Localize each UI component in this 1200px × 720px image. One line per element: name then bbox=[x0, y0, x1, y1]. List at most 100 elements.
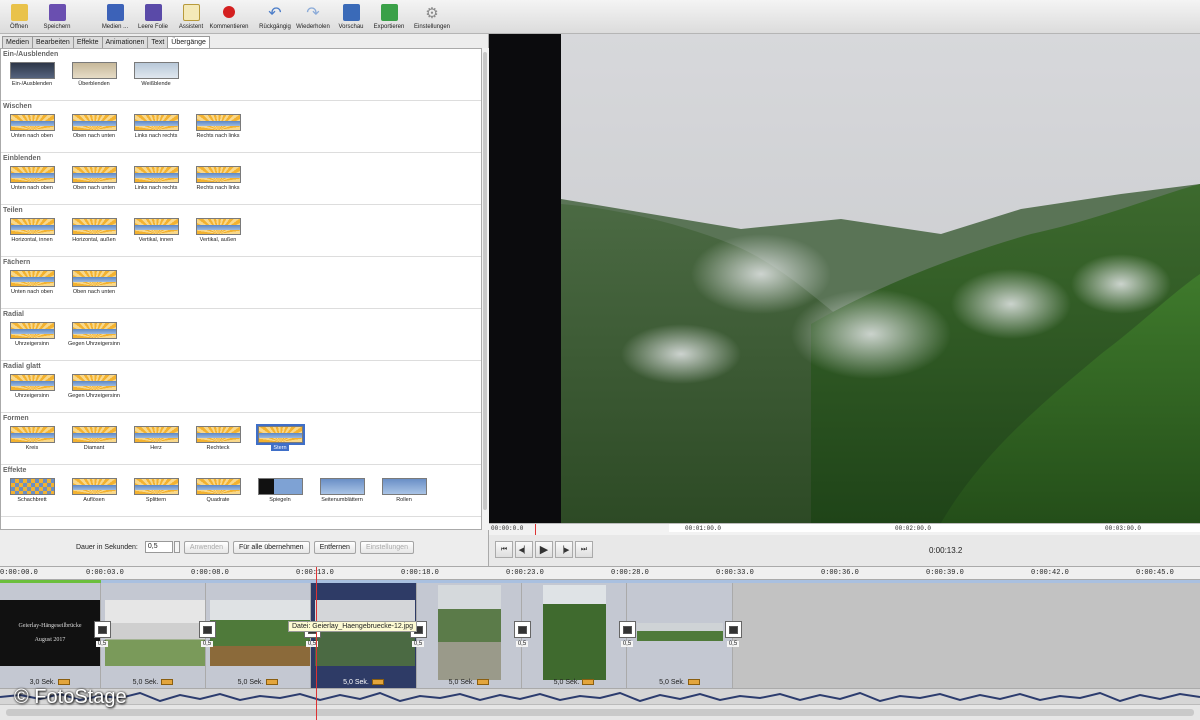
timeline-playhead[interactable] bbox=[316, 567, 317, 720]
preview-playhead[interactable] bbox=[535, 524, 536, 535]
slide-clip[interactable]: 5,0 Sek. bbox=[417, 583, 522, 688]
transition-item[interactable]: Diamant bbox=[63, 426, 125, 451]
slide-clip[interactable]: 5,0 Sek. bbox=[522, 583, 627, 688]
remove-button[interactable]: Entfernen bbox=[313, 540, 356, 554]
slide-clip[interactable]: 5,0 Sek. bbox=[627, 583, 733, 688]
transition-item[interactable]: Gegen Uhrzeigersinn bbox=[63, 374, 125, 399]
apply-button[interactable]: Anwenden bbox=[183, 540, 229, 554]
tab-media[interactable]: Medien bbox=[2, 36, 33, 48]
slide-clip[interactable]: 5,0 Sek. bbox=[101, 583, 206, 688]
transition-label: Ein-/Ausblenden bbox=[11, 81, 53, 87]
transition-marker[interactable]: 0,5 bbox=[198, 621, 216, 651]
transition-item[interactable]: Herz bbox=[125, 426, 187, 451]
transition-label: Diamant bbox=[83, 445, 105, 451]
transition-item[interactable]: Rechts nach links bbox=[187, 114, 249, 139]
transition-marker[interactable]: 0,5 bbox=[513, 621, 531, 651]
slide-clip[interactable]: 5,0 Sek. bbox=[206, 583, 311, 688]
open-button[interactable]: Öffnen bbox=[0, 0, 38, 34]
transition-item[interactable]: Unten nach oben bbox=[1, 270, 63, 295]
transition-item[interactable]: Horizontal, innen bbox=[1, 218, 63, 243]
settings-label: Einstellungen bbox=[413, 24, 451, 30]
transition-item[interactable]: Rechts nach links bbox=[187, 166, 249, 191]
transition-item[interactable]: Überblenden bbox=[63, 62, 125, 87]
blank-slide-button[interactable]: Leere Folie bbox=[134, 0, 172, 34]
media-button[interactable]: Medien ... bbox=[96, 0, 134, 34]
transition-item[interactable]: Splittern bbox=[125, 478, 187, 503]
timeline-ruler[interactable]: 0:00:00.0 0:00:03.0 0:00:08.0 0:00:13.0 … bbox=[0, 566, 1200, 720]
transition-item[interactable]: Spiegeln bbox=[249, 478, 311, 503]
transition-item[interactable]: Oben nach unten bbox=[63, 114, 125, 139]
transition-item[interactable]: Unten nach oben bbox=[1, 114, 63, 139]
transition-item[interactable]: Ein-/Ausblenden bbox=[1, 62, 63, 87]
slide-clip-selected[interactable]: 5,0 Sek. bbox=[311, 583, 417, 688]
transition-item[interactable]: Uhrzeigersinn bbox=[1, 374, 63, 399]
export-button[interactable]: Exportieren bbox=[370, 0, 408, 34]
skip-end-button[interactable]: ⏭ bbox=[575, 541, 593, 558]
undo-button[interactable]: ↶ Rückgängig bbox=[256, 0, 294, 34]
apply-all-button[interactable]: Für alle übernehmen bbox=[232, 540, 310, 554]
step-back-button[interactable]: ◀▏ bbox=[515, 541, 533, 558]
transition-label: Auflösen bbox=[83, 497, 105, 503]
transition-item[interactable]: Seitenumblättern bbox=[311, 478, 373, 503]
transition-label: Horizontal, außen bbox=[72, 237, 116, 243]
transition-item[interactable]: Kreis bbox=[1, 426, 63, 451]
transition-settings-button[interactable]: Einstellungen bbox=[359, 540, 414, 554]
transition-item[interactable]: Schachbrett bbox=[1, 478, 63, 503]
section-title: Effekte bbox=[3, 467, 27, 474]
transition-item-selected[interactable]: Stern bbox=[249, 424, 311, 451]
transition-item[interactable]: Oben nach unten bbox=[63, 166, 125, 191]
preview-time-ruler[interactable]: 00:00:0.0 00:01:00.0 00:02:00.0 00:03:00… bbox=[489, 523, 1200, 535]
settings-button[interactable]: ⚙ Einstellungen bbox=[408, 0, 456, 34]
transition-item[interactable]: Rechteck bbox=[187, 426, 249, 451]
transition-item[interactable]: Vertikal, außen bbox=[187, 218, 249, 243]
duration-input[interactable]: 0,5 bbox=[144, 541, 173, 553]
transition-item[interactable]: Uhrzeigersinn bbox=[1, 322, 63, 347]
blank-slide-label: Leere Folie bbox=[137, 24, 169, 30]
redo-button[interactable]: ↷ Wiederholen bbox=[294, 0, 332, 34]
step-forward-button[interactable]: ▕▶ bbox=[555, 541, 573, 558]
wizard-button[interactable]: Assistent bbox=[172, 0, 210, 34]
transition-item[interactable]: Oben nach unten bbox=[63, 270, 125, 295]
comment-button[interactable]: Kommentieren bbox=[209, 0, 249, 34]
timeline-scroll-thumb[interactable] bbox=[6, 709, 1194, 716]
transition-item[interactable]: Weißblende bbox=[125, 62, 187, 87]
transition-marker[interactable]: 0,5 bbox=[618, 621, 636, 651]
transition-item[interactable]: Quadrate bbox=[187, 478, 249, 503]
audio-track[interactable] bbox=[0, 688, 1200, 704]
transition-duration: 0,5 bbox=[411, 641, 425, 647]
save-button[interactable]: Speichern bbox=[38, 0, 76, 34]
transition-duration: 0,5 bbox=[515, 641, 529, 647]
transition-thumb bbox=[71, 270, 117, 287]
step-forward-icon: ▕▶ bbox=[558, 546, 570, 554]
transition-duration: 0,5 bbox=[200, 641, 214, 647]
save-label: Speichern bbox=[43, 24, 71, 30]
transition-item[interactable]: Links nach rechts bbox=[125, 166, 187, 191]
tab-transitions[interactable]: Übergänge bbox=[167, 36, 210, 48]
transition-item[interactable]: Horizontal, außen bbox=[63, 218, 125, 243]
transition-item[interactable]: Gegen Uhrzeigersinn bbox=[63, 322, 125, 347]
transition-label: Unten nach oben bbox=[11, 133, 53, 139]
tab-text[interactable]: Text bbox=[147, 36, 169, 48]
transitions-scrollbar[interactable] bbox=[482, 48, 489, 530]
transition-item[interactable]: Vertikal, innen bbox=[125, 218, 187, 243]
preview-button[interactable]: Vorschau bbox=[332, 0, 370, 34]
slide-clip-title[interactable]: Geierlay-Hängeseilbrücke August 2017 3,0… bbox=[0, 583, 101, 688]
transition-label: Kreis bbox=[25, 445, 39, 451]
tab-effects[interactable]: Effekte bbox=[72, 36, 103, 48]
comment-label: Kommentieren bbox=[209, 24, 249, 30]
duration-stepper[interactable] bbox=[173, 541, 180, 553]
transition-marker[interactable]: 0,5 bbox=[724, 621, 742, 651]
tab-edit[interactable]: Bearbeiten bbox=[31, 36, 74, 48]
undo-label: Rückgängig bbox=[259, 24, 291, 30]
transition-marker[interactable]: 0,5 bbox=[93, 621, 111, 651]
play-button[interactable]: ▶ bbox=[535, 541, 553, 558]
transition-item[interactable]: Auflösen bbox=[63, 478, 125, 503]
tab-animations[interactable]: Animationen bbox=[101, 36, 149, 48]
slide-icon bbox=[144, 4, 162, 21]
scroll-thumb[interactable] bbox=[483, 52, 487, 510]
transition-item[interactable]: Unten nach oben bbox=[1, 166, 63, 191]
skip-start-button[interactable]: ⏮ bbox=[495, 541, 513, 558]
transition-item[interactable]: Links nach rechts bbox=[125, 114, 187, 139]
timeline-scrollbar[interactable] bbox=[0, 704, 1200, 720]
transition-item[interactable]: Rollen bbox=[373, 478, 435, 503]
